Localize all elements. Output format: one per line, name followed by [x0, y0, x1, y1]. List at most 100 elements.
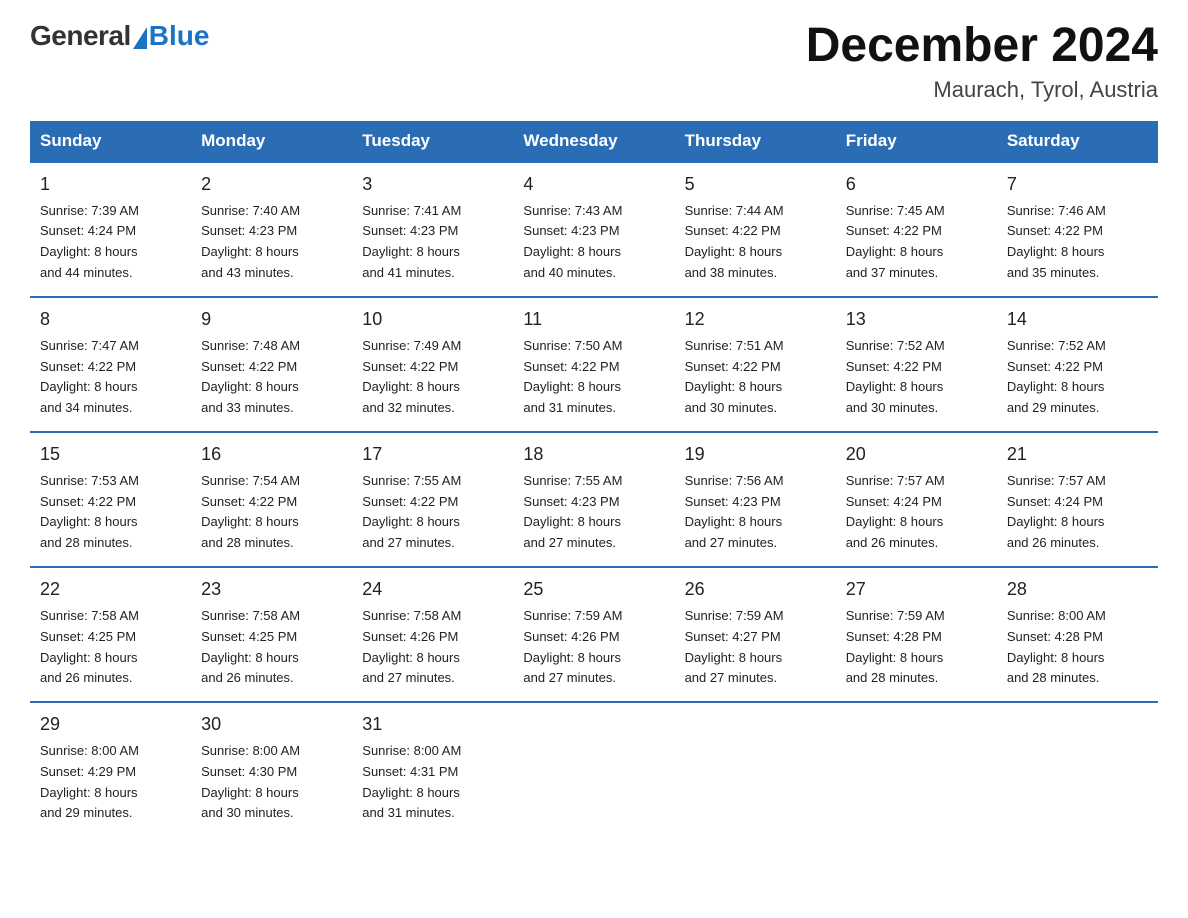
calendar-cell: 17 Sunrise: 7:55 AMSunset: 4:22 PMDaylig… [352, 432, 513, 567]
calendar-cell: 29 Sunrise: 8:00 AMSunset: 4:29 PMDaylig… [30, 702, 191, 836]
day-number: 9 [201, 306, 342, 334]
day-number: 15 [40, 441, 181, 469]
day-info: Sunrise: 8:00 AMSunset: 4:31 PMDaylight:… [362, 741, 503, 824]
day-number: 10 [362, 306, 503, 334]
weekday-header-monday: Monday [191, 121, 352, 162]
day-info: Sunrise: 7:58 AMSunset: 4:25 PMDaylight:… [201, 606, 342, 689]
calendar-table: SundayMondayTuesdayWednesdayThursdayFrid… [30, 121, 1158, 836]
title-block: December 2024 Maurach, Tyrol, Austria [806, 20, 1158, 103]
day-info: Sunrise: 7:57 AMSunset: 4:24 PMDaylight:… [846, 471, 987, 554]
calendar-cell: 1 Sunrise: 7:39 AMSunset: 4:24 PMDayligh… [30, 162, 191, 297]
day-info: Sunrise: 7:53 AMSunset: 4:22 PMDaylight:… [40, 471, 181, 554]
day-info: Sunrise: 7:54 AMSunset: 4:22 PMDaylight:… [201, 471, 342, 554]
day-number: 17 [362, 441, 503, 469]
calendar-week-row: 1 Sunrise: 7:39 AMSunset: 4:24 PMDayligh… [30, 162, 1158, 297]
day-number: 24 [362, 576, 503, 604]
day-number: 16 [201, 441, 342, 469]
day-info: Sunrise: 7:59 AMSunset: 4:27 PMDaylight:… [685, 606, 826, 689]
day-number: 22 [40, 576, 181, 604]
day-number: 27 [846, 576, 987, 604]
calendar-cell: 25 Sunrise: 7:59 AMSunset: 4:26 PMDaylig… [513, 567, 674, 702]
day-info: Sunrise: 7:51 AMSunset: 4:22 PMDaylight:… [685, 336, 826, 419]
weekday-header-wednesday: Wednesday [513, 121, 674, 162]
day-number: 31 [362, 711, 503, 739]
day-number: 26 [685, 576, 826, 604]
calendar-cell: 5 Sunrise: 7:44 AMSunset: 4:22 PMDayligh… [675, 162, 836, 297]
day-number: 12 [685, 306, 826, 334]
day-info: Sunrise: 7:52 AMSunset: 4:22 PMDaylight:… [846, 336, 987, 419]
day-number: 13 [846, 306, 987, 334]
calendar-cell: 14 Sunrise: 7:52 AMSunset: 4:22 PMDaylig… [997, 297, 1158, 432]
day-number: 18 [523, 441, 664, 469]
day-number: 3 [362, 171, 503, 199]
calendar-week-row: 8 Sunrise: 7:47 AMSunset: 4:22 PMDayligh… [30, 297, 1158, 432]
calendar-week-row: 15 Sunrise: 7:53 AMSunset: 4:22 PMDaylig… [30, 432, 1158, 567]
day-info: Sunrise: 7:57 AMSunset: 4:24 PMDaylight:… [1007, 471, 1148, 554]
logo-general-text: General [30, 20, 131, 52]
day-info: Sunrise: 7:41 AMSunset: 4:23 PMDaylight:… [362, 201, 503, 284]
day-info: Sunrise: 8:00 AMSunset: 4:28 PMDaylight:… [1007, 606, 1148, 689]
calendar-cell: 8 Sunrise: 7:47 AMSunset: 4:22 PMDayligh… [30, 297, 191, 432]
day-info: Sunrise: 7:59 AMSunset: 4:26 PMDaylight:… [523, 606, 664, 689]
logo-triangle-icon [133, 27, 147, 49]
calendar-cell: 3 Sunrise: 7:41 AMSunset: 4:23 PMDayligh… [352, 162, 513, 297]
day-number: 4 [523, 171, 664, 199]
calendar-cell: 11 Sunrise: 7:50 AMSunset: 4:22 PMDaylig… [513, 297, 674, 432]
day-number: 11 [523, 306, 664, 334]
day-info: Sunrise: 7:48 AMSunset: 4:22 PMDaylight:… [201, 336, 342, 419]
day-number: 21 [1007, 441, 1148, 469]
calendar-cell [675, 702, 836, 836]
day-info: Sunrise: 7:49 AMSunset: 4:22 PMDaylight:… [362, 336, 503, 419]
calendar-cell: 30 Sunrise: 8:00 AMSunset: 4:30 PMDaylig… [191, 702, 352, 836]
calendar-cell: 4 Sunrise: 7:43 AMSunset: 4:23 PMDayligh… [513, 162, 674, 297]
day-info: Sunrise: 7:47 AMSunset: 4:22 PMDaylight:… [40, 336, 181, 419]
day-info: Sunrise: 7:45 AMSunset: 4:22 PMDaylight:… [846, 201, 987, 284]
day-number: 29 [40, 711, 181, 739]
calendar-header-row: SundayMondayTuesdayWednesdayThursdayFrid… [30, 121, 1158, 162]
calendar-week-row: 29 Sunrise: 8:00 AMSunset: 4:29 PMDaylig… [30, 702, 1158, 836]
day-info: Sunrise: 7:40 AMSunset: 4:23 PMDaylight:… [201, 201, 342, 284]
calendar-cell [513, 702, 674, 836]
calendar-cell: 15 Sunrise: 7:53 AMSunset: 4:22 PMDaylig… [30, 432, 191, 567]
calendar-cell: 20 Sunrise: 7:57 AMSunset: 4:24 PMDaylig… [836, 432, 997, 567]
calendar-cell: 21 Sunrise: 7:57 AMSunset: 4:24 PMDaylig… [997, 432, 1158, 567]
day-number: 23 [201, 576, 342, 604]
day-number: 7 [1007, 171, 1148, 199]
weekday-header-tuesday: Tuesday [352, 121, 513, 162]
weekday-header-sunday: Sunday [30, 121, 191, 162]
calendar-cell: 16 Sunrise: 7:54 AMSunset: 4:22 PMDaylig… [191, 432, 352, 567]
day-number: 8 [40, 306, 181, 334]
day-number: 6 [846, 171, 987, 199]
weekday-header-saturday: Saturday [997, 121, 1158, 162]
calendar-cell: 23 Sunrise: 7:58 AMSunset: 4:25 PMDaylig… [191, 567, 352, 702]
calendar-cell: 31 Sunrise: 8:00 AMSunset: 4:31 PMDaylig… [352, 702, 513, 836]
day-number: 30 [201, 711, 342, 739]
calendar-cell: 26 Sunrise: 7:59 AMSunset: 4:27 PMDaylig… [675, 567, 836, 702]
calendar-cell: 19 Sunrise: 7:56 AMSunset: 4:23 PMDaylig… [675, 432, 836, 567]
calendar-cell: 27 Sunrise: 7:59 AMSunset: 4:28 PMDaylig… [836, 567, 997, 702]
calendar-cell: 2 Sunrise: 7:40 AMSunset: 4:23 PMDayligh… [191, 162, 352, 297]
day-info: Sunrise: 7:44 AMSunset: 4:22 PMDaylight:… [685, 201, 826, 284]
day-info: Sunrise: 7:46 AMSunset: 4:22 PMDaylight:… [1007, 201, 1148, 284]
day-info: Sunrise: 7:59 AMSunset: 4:28 PMDaylight:… [846, 606, 987, 689]
day-info: Sunrise: 7:52 AMSunset: 4:22 PMDaylight:… [1007, 336, 1148, 419]
weekday-header-friday: Friday [836, 121, 997, 162]
day-info: Sunrise: 8:00 AMSunset: 4:30 PMDaylight:… [201, 741, 342, 824]
calendar-cell: 22 Sunrise: 7:58 AMSunset: 4:25 PMDaylig… [30, 567, 191, 702]
day-info: Sunrise: 7:56 AMSunset: 4:23 PMDaylight:… [685, 471, 826, 554]
calendar-cell: 9 Sunrise: 7:48 AMSunset: 4:22 PMDayligh… [191, 297, 352, 432]
calendar-cell: 12 Sunrise: 7:51 AMSunset: 4:22 PMDaylig… [675, 297, 836, 432]
day-number: 1 [40, 171, 181, 199]
calendar-week-row: 22 Sunrise: 7:58 AMSunset: 4:25 PMDaylig… [30, 567, 1158, 702]
calendar-cell: 24 Sunrise: 7:58 AMSunset: 4:26 PMDaylig… [352, 567, 513, 702]
calendar-cell: 18 Sunrise: 7:55 AMSunset: 4:23 PMDaylig… [513, 432, 674, 567]
calendar-cell: 10 Sunrise: 7:49 AMSunset: 4:22 PMDaylig… [352, 297, 513, 432]
calendar-cell: 6 Sunrise: 7:45 AMSunset: 4:22 PMDayligh… [836, 162, 997, 297]
day-info: Sunrise: 7:58 AMSunset: 4:25 PMDaylight:… [40, 606, 181, 689]
day-info: Sunrise: 7:55 AMSunset: 4:23 PMDaylight:… [523, 471, 664, 554]
calendar-cell: 7 Sunrise: 7:46 AMSunset: 4:22 PMDayligh… [997, 162, 1158, 297]
day-info: Sunrise: 7:50 AMSunset: 4:22 PMDaylight:… [523, 336, 664, 419]
logo-blue-text: Blue [149, 20, 210, 52]
calendar-cell: 28 Sunrise: 8:00 AMSunset: 4:28 PMDaylig… [997, 567, 1158, 702]
month-title: December 2024 [806, 20, 1158, 73]
